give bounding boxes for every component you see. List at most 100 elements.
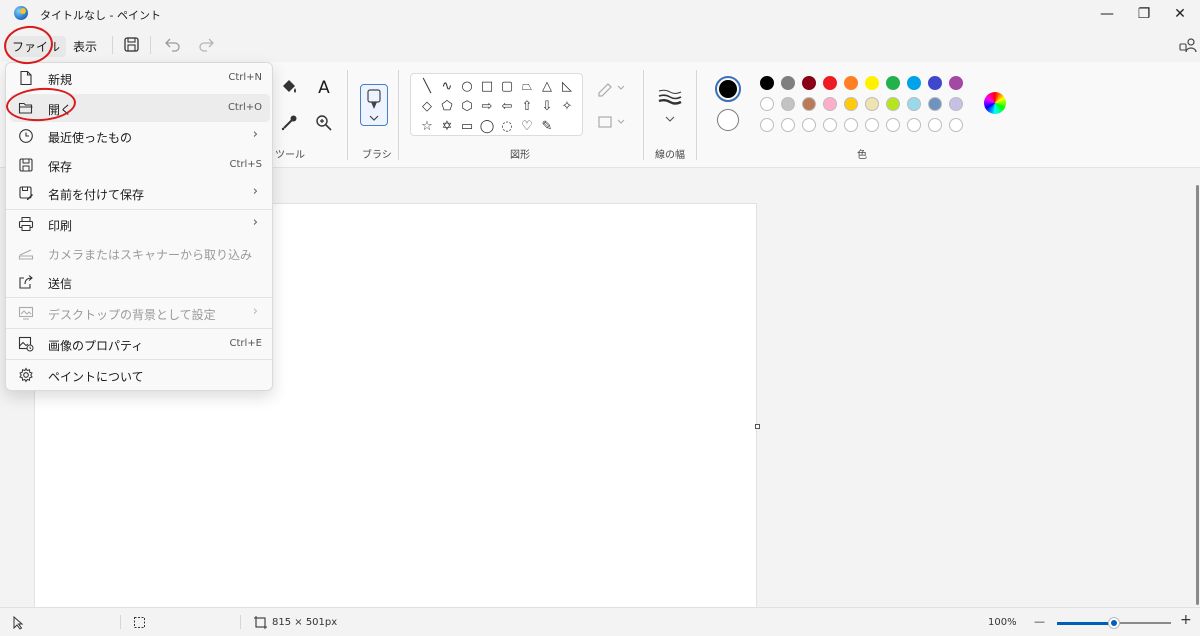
shape-option[interactable]: ▢	[499, 79, 515, 95]
quick-save-button[interactable]	[120, 34, 144, 56]
redo-icon	[199, 38, 214, 52]
text-tool-button[interactable]: A	[311, 76, 337, 100]
brush-button[interactable]	[360, 84, 388, 126]
color-swatch[interactable]	[928, 76, 942, 90]
color-swatch[interactable]	[844, 76, 858, 90]
zoom-level-text[interactable]: 100%	[988, 617, 1017, 628]
shape-option[interactable]: ◯	[479, 119, 495, 135]
menu-item-import-scanner[interactable]: カメラまたはスキャナーから取り込み	[10, 239, 270, 267]
outline-button[interactable]	[594, 76, 625, 100]
color-picker-button[interactable]	[276, 110, 302, 134]
shape-option[interactable]: ○	[459, 79, 475, 95]
color-swatch[interactable]	[760, 97, 774, 111]
color-swatch[interactable]	[928, 118, 942, 132]
menu-item-about[interactable]: ペイントについて	[10, 361, 270, 389]
paint-bucket-icon	[283, 80, 296, 93]
menu-item-save-as[interactable]: 名前を付けて保存 ›	[10, 179, 270, 207]
color-swatch[interactable]	[865, 118, 879, 132]
secondary-color-button[interactable]	[717, 109, 739, 131]
shape-option[interactable]: ⇧	[519, 99, 535, 115]
account-button[interactable]	[1176, 34, 1200, 56]
color-swatch[interactable]	[844, 118, 858, 132]
color-swatch[interactable]	[949, 76, 963, 90]
menu-item-save[interactable]: 保存 Ctrl+S	[10, 151, 270, 179]
undo-button[interactable]	[161, 34, 185, 56]
canvas-size-icon	[254, 616, 267, 629]
divider	[112, 36, 113, 54]
shape-option[interactable]: ⬠	[439, 99, 455, 115]
primary-color-button[interactable]	[715, 76, 741, 102]
maximize-button[interactable]: ❐	[1130, 4, 1158, 24]
color-swatch[interactable]	[844, 97, 858, 111]
color-swatch[interactable]	[760, 118, 774, 132]
resize-handle-right[interactable]	[755, 424, 760, 429]
shape-option[interactable]: ▭	[459, 119, 475, 135]
menu-item-shortcut: Ctrl+O	[227, 102, 262, 113]
redo-button[interactable]	[194, 34, 218, 56]
menu-item-send[interactable]: 送信	[10, 268, 270, 296]
color-swatch[interactable]	[823, 76, 837, 90]
shape-option[interactable]: ⇩	[539, 99, 555, 115]
shape-option[interactable]: ◺	[559, 79, 575, 95]
shape-option[interactable]: ♡	[519, 119, 535, 135]
shape-option[interactable]: ⇦	[499, 99, 515, 115]
shape-option[interactable]: ∿	[439, 79, 455, 95]
shape-option[interactable]: ✡	[439, 119, 455, 135]
color-swatch[interactable]	[907, 118, 921, 132]
color-swatch[interactable]	[886, 118, 900, 132]
shape-option[interactable]: ✎	[539, 119, 555, 135]
shape-option[interactable]: ⬡	[459, 99, 475, 115]
shape-option[interactable]: ◇	[419, 99, 435, 115]
paint-app-icon	[14, 6, 28, 20]
zoom-slider-thumb[interactable]	[1108, 617, 1120, 629]
shape-option[interactable]: ╲	[419, 79, 435, 95]
color-swatch[interactable]	[802, 118, 816, 132]
shape-option[interactable]: △	[539, 79, 555, 95]
save-icon	[124, 37, 139, 52]
colors-group-label: 色	[857, 150, 867, 161]
color-swatch[interactable]	[781, 97, 795, 111]
color-swatch[interactable]	[760, 76, 774, 90]
shape-option[interactable]: ◌	[499, 119, 515, 135]
close-button[interactable]: ✕	[1166, 4, 1194, 24]
edit-colors-button[interactable]	[984, 92, 1010, 116]
color-swatch[interactable]	[886, 76, 900, 90]
color-swatch[interactable]	[781, 76, 795, 90]
color-swatch[interactable]	[928, 97, 942, 111]
menu-item-label: 画像のプロパティ	[48, 339, 144, 353]
minimize-button[interactable]: —	[1093, 4, 1121, 24]
undo-icon	[165, 38, 180, 52]
color-swatch[interactable]	[949, 97, 963, 111]
shapes-gallery: ╲ ∿ ○ □ ▢ ⏢ △ ◺ ◇ ⬠ ⬡ ⇨ ⇦ ⇧ ⇩ ✧ ☆ ✡ ▭ ◯ ◌ ♡ ✎	[410, 73, 583, 136]
vertical-scrollbar[interactable]	[1196, 185, 1199, 605]
color-swatch[interactable]	[781, 118, 795, 132]
color-swatch[interactable]	[802, 97, 816, 111]
menu-item-recent[interactable]: 最近使ったもの ›	[10, 122, 270, 150]
color-swatch[interactable]	[907, 97, 921, 111]
menu-item-print[interactable]: 印刷 ›	[10, 210, 270, 238]
shape-option[interactable]: ✧	[559, 99, 575, 115]
line-width-button[interactable]	[656, 86, 684, 124]
color-swatch[interactable]	[802, 76, 816, 90]
color-swatch[interactable]	[907, 76, 921, 90]
color-swatch[interactable]	[865, 97, 879, 111]
zoom-out-button[interactable]: —	[1034, 615, 1045, 628]
fill-shape-button[interactable]	[594, 110, 625, 134]
magnifier-button[interactable]	[311, 110, 337, 134]
fill-tool-button[interactable]	[276, 76, 302, 100]
share-icon	[19, 275, 33, 289]
shape-option[interactable]: ⇨	[479, 99, 495, 115]
color-swatch[interactable]	[823, 118, 837, 132]
zoom-slider[interactable]	[1057, 617, 1171, 629]
color-swatch[interactable]	[823, 97, 837, 111]
shape-option[interactable]: ⏢	[519, 79, 535, 95]
menu-item-image-properties[interactable]: 画像のプロパティ Ctrl+E	[10, 330, 270, 358]
color-swatch[interactable]	[865, 76, 879, 90]
zoom-in-button[interactable]: +	[1180, 612, 1192, 628]
menu-item-set-wallpaper[interactable]: デスクトップの背景として設定 ›	[10, 299, 270, 327]
view-menu-tab[interactable]: 表示	[67, 36, 103, 57]
color-swatch[interactable]	[949, 118, 963, 132]
color-swatch[interactable]	[886, 97, 900, 111]
shape-option[interactable]: □	[479, 79, 495, 95]
shape-option[interactable]: ☆	[419, 119, 435, 135]
